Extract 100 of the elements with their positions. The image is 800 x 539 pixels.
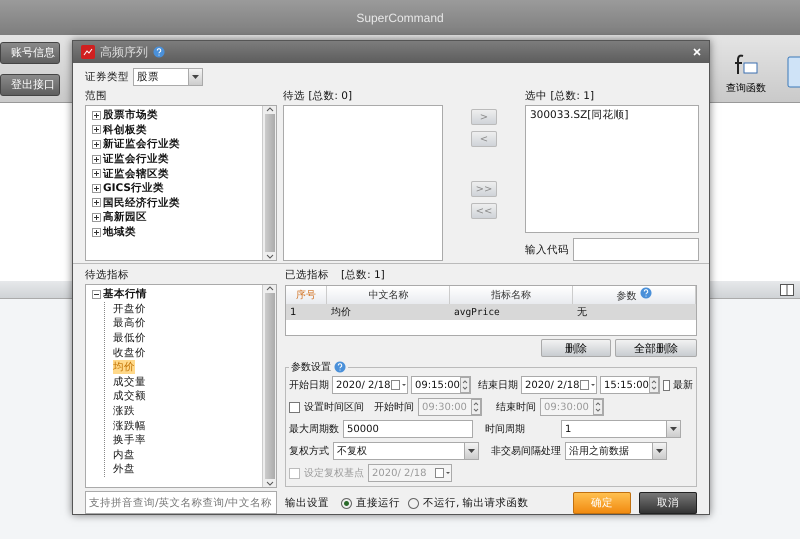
scroll-up-icon[interactable] bbox=[266, 106, 274, 112]
tree-item[interactable]: 收盘价 bbox=[113, 346, 146, 360]
caret-icon bbox=[192, 75, 199, 79]
tree-item[interactable]: 基本行情 bbox=[103, 287, 147, 302]
tree-item[interactable]: 地域类 bbox=[103, 225, 136, 240]
count-label: [总数: 1] bbox=[341, 268, 385, 282]
calendar-icon[interactable] bbox=[391, 380, 407, 390]
field-label: 结束时间 bbox=[496, 400, 536, 414]
expand-icon[interactable] bbox=[92, 110, 101, 120]
tree-item[interactable]: 国民经济行业类 bbox=[103, 196, 180, 210]
security-type-dropdown[interactable]: 股票 bbox=[133, 68, 203, 86]
tree-item[interactable]: 成交额 bbox=[113, 389, 146, 404]
cancel-button[interactable]: 取消 bbox=[639, 492, 697, 514]
checkbox[interactable] bbox=[663, 380, 670, 390]
collapse-icon[interactable] bbox=[92, 290, 101, 299]
table-row[interactable]: 1 均价 avgPrice 无 bbox=[286, 304, 696, 320]
table-cell-text: 均价 bbox=[330, 306, 352, 319]
expand-icon[interactable] bbox=[92, 169, 101, 178]
scroll-up-icon[interactable] bbox=[266, 285, 274, 291]
help-icon[interactable] bbox=[334, 361, 346, 373]
tree-item[interactable]: 内盘 bbox=[113, 448, 135, 462]
scrollbar[interactable] bbox=[262, 106, 276, 260]
search-field[interactable]: 支持拼音查询/英文名称查询/中文名称 bbox=[85, 491, 277, 514]
tree-item[interactable]: 成交量 bbox=[113, 374, 146, 389]
tree-item[interactable]: 股票市场类 bbox=[103, 108, 158, 122]
scroll-down-icon[interactable] bbox=[266, 481, 274, 487]
tree-item[interactable]: 科创板类 bbox=[103, 122, 147, 137]
checkbox-label: 最新 bbox=[673, 378, 693, 392]
toolbar-button[interactable]: 登出接口 bbox=[0, 74, 60, 96]
section-label: 待选指标 bbox=[85, 268, 130, 282]
scroll-down-icon[interactable] bbox=[266, 254, 274, 260]
table-cell-text: avgPrice bbox=[453, 306, 501, 318]
panel-icon[interactable] bbox=[780, 284, 794, 296]
code-input[interactable] bbox=[573, 238, 699, 261]
field-label: 开始时间 bbox=[374, 400, 414, 414]
tree-item[interactable]: 涨跌幅 bbox=[113, 418, 146, 433]
expand-icon[interactable] bbox=[92, 184, 101, 193]
tree-item[interactable]: 证监会辖区类 bbox=[103, 166, 169, 181]
field-label: 证券类型 bbox=[85, 70, 129, 84]
date-picker[interactable]: 2020/ 2/18 bbox=[332, 376, 408, 394]
field-label: 开始日期 bbox=[289, 378, 329, 392]
radio-button[interactable] bbox=[408, 498, 419, 508]
time-field[interactable]: 09:15:00 bbox=[411, 376, 471, 394]
expand-icon[interactable] bbox=[92, 154, 101, 164]
expand-icon[interactable] bbox=[92, 140, 101, 149]
tree-item[interactable]: GICS行业类 bbox=[103, 181, 164, 196]
column-header[interactable]: 指标名称 bbox=[450, 286, 573, 304]
checkbox-label: 设定复权基点 bbox=[304, 466, 364, 480]
number-field[interactable]: 50000 bbox=[343, 420, 473, 438]
dialog-title: 高频序列 bbox=[100, 44, 148, 60]
adjust-dropdown[interactable]: 不复权 bbox=[333, 442, 479, 460]
spin-buttons-icon[interactable] bbox=[460, 377, 470, 393]
list-item[interactable]: 300033.SZ[同花顺] bbox=[530, 109, 628, 121]
column-header[interactable]: 参数 bbox=[572, 286, 696, 304]
tree-item[interactable]: 开盘价 bbox=[113, 302, 146, 316]
function-icon bbox=[733, 52, 759, 76]
field-label: 复权方式 bbox=[289, 444, 329, 458]
toolbar-button[interactable]: 账号信息 bbox=[0, 42, 60, 64]
calendar-icon[interactable] bbox=[580, 380, 596, 390]
tree-item[interactable]: 换手率 bbox=[113, 433, 146, 448]
section-label: 范围 bbox=[85, 89, 108, 103]
column-header[interactable]: 中文名称 bbox=[326, 286, 450, 304]
delete-button[interactable]: 删除 bbox=[541, 339, 611, 357]
tree-item[interactable]: 最低价 bbox=[113, 331, 146, 346]
expand-icon[interactable] bbox=[92, 125, 101, 134]
gap-dropdown[interactable]: 沿用之前数据 bbox=[565, 442, 667, 460]
date-picker[interactable]: 2020/ 2/18 bbox=[521, 376, 597, 394]
period-dropdown[interactable]: 1 bbox=[561, 420, 681, 438]
time-field[interactable]: 15:15:00 bbox=[600, 376, 660, 394]
section-label: 待选 [总数: 0] bbox=[283, 89, 354, 103]
radio-button[interactable] bbox=[341, 498, 352, 508]
tree-item[interactable]: 外盘 bbox=[113, 462, 135, 476]
field-label: 结束日期 bbox=[478, 378, 518, 392]
scrollbar[interactable] bbox=[262, 285, 276, 487]
app-logo-icon bbox=[81, 45, 95, 59]
toolbar-button[interactable]: 查询函数 bbox=[726, 52, 766, 94]
radio-label: 直接运行 bbox=[356, 496, 400, 510]
caret-icon bbox=[468, 449, 475, 453]
expand-icon[interactable] bbox=[92, 212, 101, 222]
tree-item[interactable]: 证监会行业类 bbox=[103, 152, 169, 166]
app-title: SuperCommand bbox=[356, 10, 444, 24]
caret-icon bbox=[656, 449, 663, 453]
table-cell-text: 无 bbox=[576, 306, 588, 319]
field-label: 非交易间隔处理 bbox=[491, 444, 561, 458]
spin-buttons-icon[interactable] bbox=[649, 377, 659, 393]
caret-icon bbox=[670, 427, 677, 431]
tree-item[interactable]: 高新园区 bbox=[103, 210, 147, 224]
expand-icon[interactable] bbox=[92, 228, 101, 237]
group-title: 参数设置 bbox=[291, 360, 331, 374]
spin-buttons-icon[interactable] bbox=[593, 399, 603, 415]
delete-button[interactable]: 全部删除 bbox=[615, 339, 697, 357]
expand-icon[interactable] bbox=[92, 198, 101, 208]
help-icon[interactable] bbox=[153, 46, 165, 58]
close-icon[interactable] bbox=[693, 48, 701, 56]
help-icon[interactable] bbox=[640, 287, 652, 299]
table-cell-text: 1 bbox=[289, 306, 298, 318]
tree-item[interactable]: 新证监会行业类 bbox=[103, 137, 180, 152]
tree-item[interactable]: 最高价 bbox=[113, 316, 146, 330]
field-label: 输出设置 bbox=[285, 496, 329, 510]
tree-item[interactable]: 涨跌 bbox=[113, 404, 135, 418]
